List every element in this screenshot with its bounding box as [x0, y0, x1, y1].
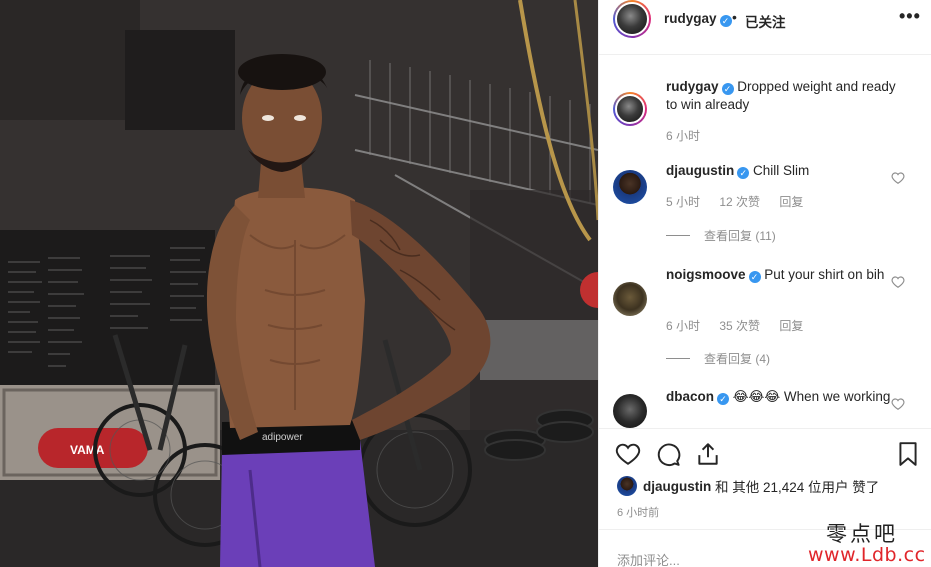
post-header: rudygay ✓ • 已关注 •••	[599, 0, 931, 55]
watermark-url: www.Ldb.cc	[808, 544, 926, 566]
comment-body: Put your shirt on bih	[764, 267, 885, 282]
comment-avatar[interactable]	[613, 170, 647, 204]
comment-text: dbacon ✓ 😂😂😂 When we working	[666, 388, 906, 406]
verified-icon: ✓	[721, 83, 734, 95]
likes-summary: djaugustin 和 其他 21,424 位用户 赞了	[617, 476, 879, 496]
view-replies-label[interactable]: 查看回复 (11)	[704, 229, 776, 243]
author-username[interactable]: rudygay ✓	[664, 11, 732, 27]
likes-summary-text[interactable]: 和 其他 21,424 位用户 赞了	[715, 476, 879, 496]
comments-list[interactable]: rudygay ✓ Dropped weight and ready to win…	[599, 56, 931, 428]
like-heart-icon[interactable]	[615, 441, 641, 467]
comment-avatar[interactable]	[613, 92, 647, 126]
view-replies[interactable]: 查看回复 (11)	[666, 227, 776, 244]
comment-meta: 6 小时 35 次赞 回复	[666, 317, 819, 334]
reply-button[interactable]: 回复	[779, 319, 803, 333]
comment-avatar[interactable]	[613, 394, 647, 428]
follow-status-button[interactable]: 已关注	[745, 11, 786, 31]
comment-username[interactable]: rudygay	[666, 79, 719, 94]
comment-time[interactable]: 5 小时	[666, 195, 700, 209]
comment-body: 😂😂😂 When we working	[732, 389, 891, 404]
post-photo[interactable]: VAMA adipower	[0, 0, 598, 567]
verified-icon: ✓	[748, 271, 761, 283]
liker-username[interactable]: djaugustin	[643, 479, 711, 494]
verified-icon: ✓	[719, 15, 732, 27]
view-replies[interactable]: 查看回复 (4)	[666, 350, 770, 367]
like-comment-heart-icon[interactable]	[891, 275, 905, 289]
like-comment-heart-icon[interactable]	[891, 171, 905, 185]
comment-body: Chill Slim	[753, 163, 810, 178]
bookmark-icon[interactable]	[895, 441, 921, 467]
photo-illustration: VAMA adipower	[0, 0, 598, 567]
caption-text: rudygay ✓ Dropped weight and ready to win…	[666, 78, 906, 114]
bag-brand-text: VAMA	[70, 443, 105, 457]
comment-text: noigsmoove ✓ Put your shirt on bih	[666, 266, 906, 284]
comment-time[interactable]: 6 小时	[666, 129, 700, 143]
comment-like-count[interactable]: 12 次赞	[719, 195, 760, 209]
comment-avatar[interactable]	[613, 282, 647, 316]
like-comment-heart-icon[interactable]	[891, 397, 905, 411]
view-replies-label[interactable]: 查看回复 (4)	[704, 352, 770, 366]
comment-time[interactable]: 6 小时	[666, 319, 700, 333]
replies-divider	[666, 358, 690, 359]
reply-button[interactable]: 回复	[779, 195, 803, 209]
share-icon[interactable]	[695, 441, 721, 467]
verified-icon: ✓	[737, 167, 750, 179]
post-panel: rudygay ✓ • 已关注 ••• rudygay ✓ Dropped weig…	[598, 0, 931, 567]
comment-username[interactable]: djaugustin	[666, 163, 734, 178]
author-avatar[interactable]	[613, 0, 651, 38]
comment-text: djaugustin ✓ Chill Slim	[666, 162, 906, 180]
more-options-icon[interactable]: •••	[899, 6, 921, 27]
add-comment-input[interactable]: 添加评论...	[617, 550, 680, 567]
post-time[interactable]: 6 小时前	[617, 504, 659, 520]
waistband-text: adipower	[262, 432, 303, 443]
comment-username[interactable]: noigsmoove	[666, 267, 746, 282]
verified-icon: ✓	[717, 393, 730, 405]
header-dot: •	[732, 9, 737, 25]
comment-bubble-icon[interactable]	[655, 441, 681, 467]
replies-divider	[666, 235, 690, 236]
author-username-text[interactable]: rudygay	[664, 11, 717, 26]
liker-avatar[interactable]	[617, 476, 637, 496]
comment-username[interactable]: dbacon	[666, 389, 714, 404]
comment-meta: 6 小时	[666, 127, 716, 144]
comment-like-count[interactable]: 35 次赞	[719, 319, 760, 333]
comment-meta: 5 小时 12 次赞 回复	[666, 193, 819, 210]
